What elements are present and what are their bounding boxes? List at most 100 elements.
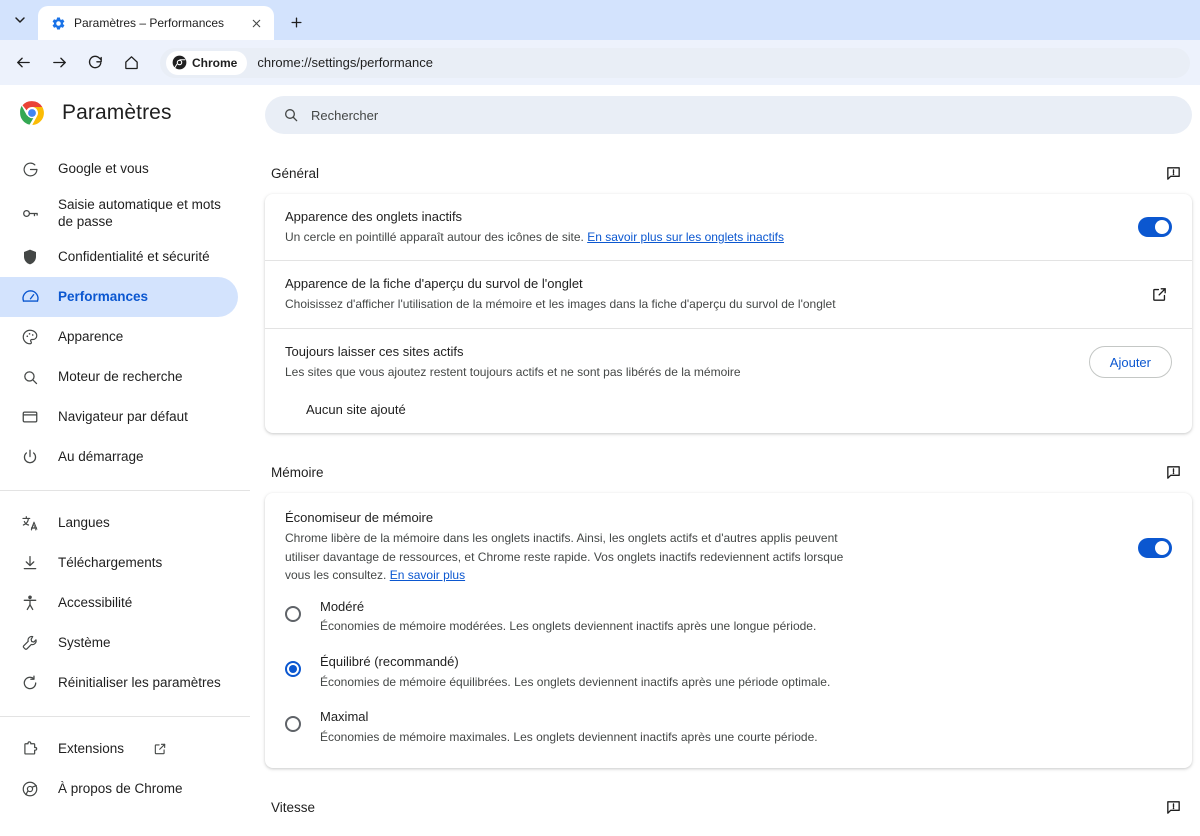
sidebar-nav-group-2: A Langues Téléchargements Accessibilité	[0, 503, 250, 703]
row-title: Économiseur de mémoire	[285, 510, 434, 526]
omnibox-chrome-chip[interactable]: Chrome	[166, 50, 248, 75]
home-icon[interactable]	[116, 48, 146, 78]
tab-title: Paramètres – Performances	[74, 16, 225, 30]
sidebar-item-label: Confidentialité et sécurité	[58, 249, 210, 265]
feedback-icon[interactable]	[1162, 162, 1184, 184]
page-title: Paramètres	[62, 101, 172, 124]
feedback-icon[interactable]	[1162, 461, 1184, 483]
sidebar-divider-2	[0, 716, 250, 717]
browser-tab[interactable]: Paramètres – Performances	[38, 6, 274, 40]
sidebar-item-label: Saisie automatique et mots de passe	[58, 196, 221, 229]
external-link-icon[interactable]	[1146, 282, 1172, 308]
search-icon	[20, 367, 40, 387]
sidebar-item-navigateur-par-defaut[interactable]: Navigateur par défaut	[0, 397, 238, 437]
sidebar-item-confidentialite[interactable]: Confidentialité et sécurité	[0, 237, 238, 277]
gear-icon	[50, 15, 66, 31]
sidebar-item-moteur-de-recherche[interactable]: Moteur de recherche	[0, 357, 238, 397]
sidebar-item-label: À propos de Chrome	[58, 781, 183, 797]
chrome-logo-icon	[19, 100, 45, 126]
shield-icon	[20, 247, 40, 267]
sidebar-divider-1	[0, 490, 250, 491]
sidebar-item-systeme[interactable]: Système	[0, 623, 238, 663]
row-subtitle-text: Un cercle en pointillé apparaît autour d…	[285, 229, 588, 244]
add-site-button[interactable]: Ajouter	[1088, 346, 1172, 379]
general-card: Apparence des onglets inactifs Un cercle…	[265, 194, 1192, 434]
tab-search-chevron-down-icon[interactable]	[6, 6, 34, 34]
new-tab-plus-icon[interactable]	[282, 8, 310, 36]
sidebar-item-apparence[interactable]: Apparence	[0, 317, 238, 357]
restore-icon	[20, 673, 40, 693]
sidebar-item-label: Navigateur par défaut	[58, 409, 188, 425]
power-icon	[20, 447, 40, 467]
section-general-header: Général	[265, 134, 1192, 194]
browser-window-icon	[20, 407, 40, 427]
sidebar-item-reinitialiser[interactable]: Réinitialiser les paramètres	[0, 663, 238, 703]
radio-option-modere[interactable]: Modéré Économies de mémoire modérées. Le…	[285, 589, 1172, 644]
sidebar-item-performances[interactable]: Performances	[0, 277, 238, 317]
sidebar-item-label: Téléchargements	[58, 555, 163, 571]
sidebar-item-label: Réinitialiser les paramètres	[58, 675, 221, 691]
browser-toolbar: Chrome chrome://settings/performance	[0, 40, 1200, 85]
sidebar-item-label: Google et vous	[58, 161, 149, 177]
inactive-tabs-toggle[interactable]	[1138, 217, 1172, 238]
sidebar-item-langues[interactable]: A Langues	[0, 503, 238, 543]
no-sites-added-text: Aucun site ajouté	[306, 402, 406, 418]
omnibox[interactable]: Chrome chrome://settings/performance	[160, 47, 1190, 78]
omnibox-chip-label: Chrome	[192, 55, 238, 70]
sidebar-item-accessibilite[interactable]: Accessibilité	[0, 583, 238, 623]
sidebar-item-label: Au démarrage	[58, 449, 144, 465]
translate-icon: A	[20, 513, 40, 533]
speedometer-icon	[20, 287, 40, 307]
feedback-icon[interactable]	[1162, 796, 1184, 818]
chrome-outline-icon	[20, 779, 40, 799]
sidebar-item-google-et-vous[interactable]: Google et vous	[0, 149, 238, 189]
external-link-icon[interactable]	[152, 741, 168, 757]
download-icon	[20, 553, 40, 573]
section-memory-header: Mémoire	[265, 433, 1192, 493]
section-memory: Mémoire Économiseur de mémoire Chrome li…	[260, 433, 1200, 769]
row-subtitle: Un cercle en pointillé apparaît autour d…	[285, 228, 1126, 247]
radio-indicator	[285, 716, 301, 733]
radio-option-maximal[interactable]: Maximal Économies de mémoire maximales. …	[285, 699, 1172, 754]
section-speed: Vitesse	[260, 768, 1200, 828]
settings-content: Rechercher Général Apparence des onglets…	[250, 85, 1200, 836]
toggle-knob	[1155, 220, 1169, 235]
radio-description: Économies de mémoire équilibrées. Les on…	[320, 674, 831, 689]
radio-label: Maximal	[320, 709, 369, 725]
google-g-icon	[20, 159, 40, 179]
memory-card: Économiseur de mémoire Chrome libère de …	[265, 493, 1192, 769]
sidebar-item-extensions[interactable]: Extensions	[0, 729, 238, 769]
section-title: Général	[271, 165, 320, 181]
learn-more-memory-saver-link[interactable]: En savoir plus	[390, 568, 465, 582]
sidebar-item-label: Système	[58, 635, 111, 651]
sidebar-item-label: Performances	[58, 289, 149, 305]
row-subtitle: Choisissez d'afficher l'utilisation de l…	[285, 297, 836, 312]
radio-description: Économies de mémoire modérées. Les ongle…	[320, 619, 817, 634]
wrench-icon	[20, 633, 40, 653]
sidebar-item-saisie-automatique[interactable]: Saisie automatique et mots de passe	[0, 189, 238, 237]
search-row: Rechercher	[260, 85, 1200, 134]
section-title: Mémoire	[271, 464, 324, 480]
tab-strip: Paramètres – Performances	[0, 0, 1200, 40]
arrow-left-icon[interactable]	[8, 48, 38, 78]
puzzle-icon	[20, 739, 40, 759]
sidebar-nav-group-3: Extensions À propos de Chrome	[0, 729, 250, 809]
memory-saver-mode-radio-group: Modéré Économies de mémoire modérées. Le…	[265, 589, 1192, 768]
reload-icon[interactable]	[80, 48, 110, 78]
memory-saver-toggle[interactable]	[1138, 538, 1172, 559]
section-speed-header: Vitesse	[265, 768, 1192, 828]
arrow-right-icon[interactable]	[44, 48, 74, 78]
search-icon	[283, 107, 299, 123]
sidebar-item-label: Extensions	[58, 741, 125, 757]
sidebar-item-telechargements[interactable]: Téléchargements	[0, 543, 238, 583]
sidebar-item-a-propos-de-chrome[interactable]: À propos de Chrome	[0, 769, 238, 809]
row-always-active-sites: Toujours laisser ces sites actifs Les si…	[265, 327, 1192, 389]
close-icon[interactable]	[246, 13, 266, 33]
learn-more-inactive-tabs-link[interactable]: En savoir plus sur les onglets inactifs	[587, 230, 784, 244]
row-hover-card-appearance[interactable]: Apparence de la fiche d'aperçu du survol…	[265, 260, 1192, 327]
radio-option-equilibre[interactable]: Équilibré (recommandé) Économies de mémo…	[285, 644, 1172, 699]
sidebar-item-au-demarrage[interactable]: Au démarrage	[0, 437, 238, 477]
sidebar-item-label: Accessibilité	[58, 595, 133, 611]
radio-indicator	[285, 661, 301, 678]
search-input[interactable]: Rechercher	[265, 96, 1192, 134]
